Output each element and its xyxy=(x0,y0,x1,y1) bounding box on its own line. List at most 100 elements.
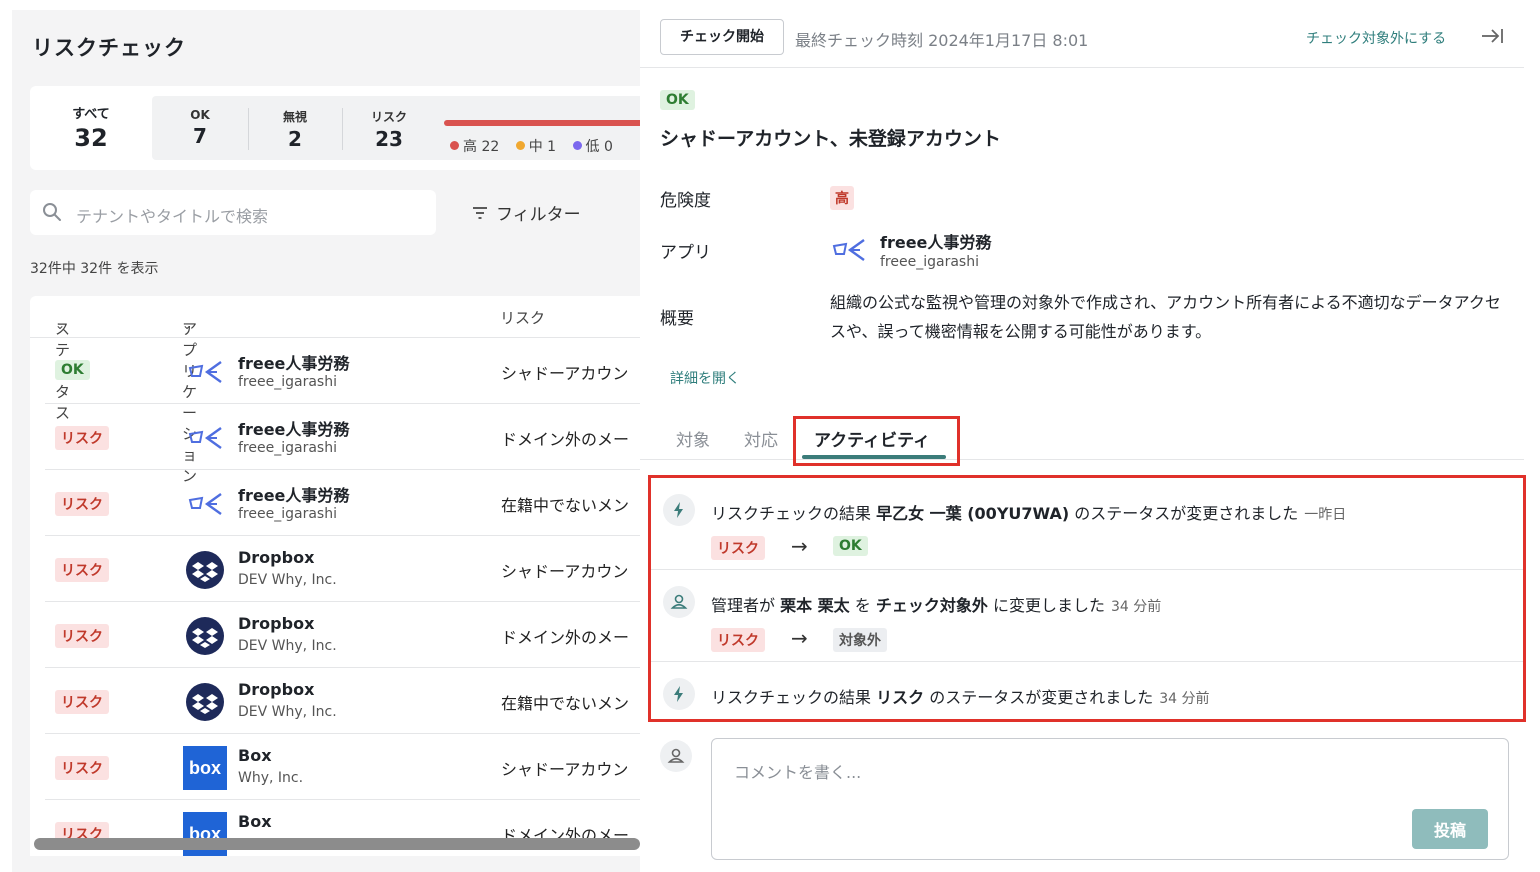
activity-text-part: のステータスが変更されました xyxy=(924,688,1154,707)
detail-toolbar: チェック開始 最終チェック時刻 2024年1月17日 8:01 チェック対象外に… xyxy=(640,0,1524,68)
to-status-badge: 対象外 xyxy=(833,628,887,652)
risk-check-list-panel: リスクチェック すべて 32 OK 7 無視 2 リスク 23 高 22 中 1… xyxy=(12,10,640,872)
legend-medium: 中 1 xyxy=(515,139,557,155)
risk-level-bar xyxy=(444,120,640,126)
risk-title: シャドーアカウント、未登録アカウント xyxy=(660,128,1001,150)
from-status-badge: リスク xyxy=(711,628,765,652)
app-name: Dropbox xyxy=(238,680,315,699)
comment-field[interactable]: コメントを書く... 投稿 xyxy=(711,738,1509,860)
summary-ok[interactable]: OK 7 xyxy=(152,96,248,160)
status-badge: リスク xyxy=(55,756,109,780)
summary-ignore-label: 無視 xyxy=(282,110,307,124)
summary-all-label: すべて xyxy=(72,107,110,122)
overview-text: 組織の公式な監視や管理の対象外で作成され、アカウント所有者による不適切なデータア… xyxy=(830,293,1501,341)
activity-text: リスクチェックの結果 早乙女 一葉 (00YU7WA) のステータスが変更されま… xyxy=(711,500,1346,524)
app-label: アプリ xyxy=(660,243,711,263)
high-dot-icon xyxy=(450,141,459,150)
activity-text-part: のステータスが変更されました xyxy=(1069,504,1299,523)
app-tenant: freee_igarashi xyxy=(238,506,337,522)
app-name: Dropbox xyxy=(238,548,315,567)
dropbox-logo-icon xyxy=(185,550,225,590)
risk-title: シャドーアカウン xyxy=(501,760,629,779)
to-status-badge: OK xyxy=(833,536,868,556)
tab-response[interactable]: 対応 xyxy=(744,426,778,451)
status-badge: リスク xyxy=(55,558,109,582)
table-row[interactable]: リスク freee人事労務 freee_igarashi ドメイン外のメー xyxy=(45,404,640,470)
chevron-down-icon: ⌄ xyxy=(182,318,193,332)
last-check-time: 最終チェック時刻 2024年1月17日 8:01 xyxy=(795,31,1089,50)
post-button[interactable]: 投稿 xyxy=(1412,809,1488,849)
overview-label: 概要 xyxy=(660,309,694,329)
legend-medium-label: 中 1 xyxy=(528,139,557,155)
app-tenant: Why, Inc. xyxy=(238,770,304,786)
page-title: リスクチェック xyxy=(32,36,186,60)
user-icon xyxy=(663,586,695,618)
search-input[interactable]: テナントやタイトルで検索 xyxy=(30,190,436,235)
risk-title: 在籍中でないメン xyxy=(501,496,630,515)
danger-level-badge: 高 xyxy=(830,186,854,210)
summary-all-value: 32 xyxy=(74,124,108,152)
app-name: Dropbox xyxy=(238,614,315,633)
status-badge: リスク xyxy=(55,426,109,450)
arrow-right-icon: → xyxy=(791,626,808,650)
activity-item: 管理者が 栗本 栗太 を チェック対象外 に変更しました 34 分前 リスク → … xyxy=(651,570,1523,662)
search-placeholder: テナントやタイトルで検索 xyxy=(76,207,269,226)
status-badge: リスク xyxy=(55,690,109,714)
app-tenant: freee_igarashi xyxy=(238,440,337,456)
table-row[interactable]: リスク Dropbox DEV Why, Inc. シャドーアカウン xyxy=(45,536,640,602)
exclude-from-check-link[interactable]: チェック対象外にする xyxy=(1306,28,1446,48)
danger-label: 危険度 xyxy=(660,191,711,211)
detail-tabs: 対象 対応 アクティビティ xyxy=(640,410,1524,466)
summary-ok-value: 7 xyxy=(193,124,207,148)
svg-text:box: box xyxy=(189,758,221,778)
summary-risk-value: 23 xyxy=(375,127,403,151)
risk-title: シャドーアカウン xyxy=(501,364,629,383)
summary-all[interactable]: すべて 32 xyxy=(30,86,152,170)
tab-target[interactable]: 対象 xyxy=(676,426,710,451)
filter-button[interactable]: フィルター xyxy=(472,200,581,225)
app-name: Box xyxy=(238,812,272,831)
summary-risk[interactable]: リスク 23 xyxy=(342,96,436,160)
activity-time: 34 分前 xyxy=(1159,691,1210,707)
app-tenant: DEV Why, Inc. xyxy=(238,572,337,588)
summary-card: すべて 32 OK 7 無視 2 リスク 23 高 22 中 1 低 0 xyxy=(30,86,640,170)
app-tenant: DEV Why, Inc. xyxy=(238,638,337,654)
table-row[interactable]: OK freee人事労務 freee_igarashi シャドーアカウン xyxy=(45,338,640,404)
lightning-icon xyxy=(663,494,695,526)
risk-title: 在籍中でないメン xyxy=(501,694,630,713)
activity-text-part: を xyxy=(849,596,876,615)
app-name: freee人事労務 xyxy=(238,486,350,505)
freee-logo-icon xyxy=(185,418,225,458)
table-row[interactable]: リスク Dropbox DEV Why, Inc. 在籍中でないメン xyxy=(45,668,640,734)
activity-list: リスクチェックの結果 早乙女 一葉 (00YU7WA) のステータスが変更されま… xyxy=(648,475,1526,722)
activity-item: リスクチェックの結果 リスク のステータスが変更されました 34 分前 xyxy=(651,662,1523,719)
table-row[interactable]: リスク box Box Why, Inc. シャドーアカウン xyxy=(45,734,640,800)
medium-dot-icon xyxy=(515,141,525,150)
freee-logo-icon xyxy=(185,352,225,392)
horizontal-scrollbar[interactable] xyxy=(34,838,640,850)
table-row[interactable]: リスク Dropbox DEV Why, Inc. ドメイン外のメー xyxy=(45,602,640,668)
open-details-link[interactable]: 詳細を開く xyxy=(670,368,740,388)
app-tenant: freee_igarashi xyxy=(238,374,337,390)
start-check-button[interactable]: チェック開始 xyxy=(660,19,784,55)
summary-ignore[interactable]: 無視 2 xyxy=(248,96,342,160)
chevron-down-icon: ⌄ xyxy=(55,318,66,332)
comment-placeholder: コメントを書く... xyxy=(734,763,862,782)
activity-text-part: リスクチェックの結果 xyxy=(711,688,877,707)
app-tenant: freee_igarashi xyxy=(880,254,979,270)
column-risk: リスク xyxy=(500,309,546,327)
status-badge: リスク xyxy=(55,624,109,648)
activity-text: リスクチェックの結果 リスク のステータスが変更されました 34 分前 xyxy=(711,684,1209,708)
app-name: Box xyxy=(238,746,272,765)
table-row[interactable]: リスク freee人事労務 freee_igarashi 在籍中でないメン xyxy=(45,470,640,536)
highlight-box xyxy=(793,416,960,466)
filter-label: フィルター xyxy=(496,205,581,225)
app-root: リスクチェック すべて 32 OK 7 無視 2 リスク 23 高 22 中 1… xyxy=(0,0,1540,872)
status-badge: OK xyxy=(55,360,90,380)
status-badge: OK xyxy=(660,90,695,110)
collapse-panel-icon[interactable] xyxy=(1480,26,1504,50)
activity-status: リスク xyxy=(876,688,925,707)
summary-ignore-value: 2 xyxy=(288,127,302,151)
app-name: freee人事労務 xyxy=(238,420,350,439)
freee-logo-icon xyxy=(830,234,868,266)
